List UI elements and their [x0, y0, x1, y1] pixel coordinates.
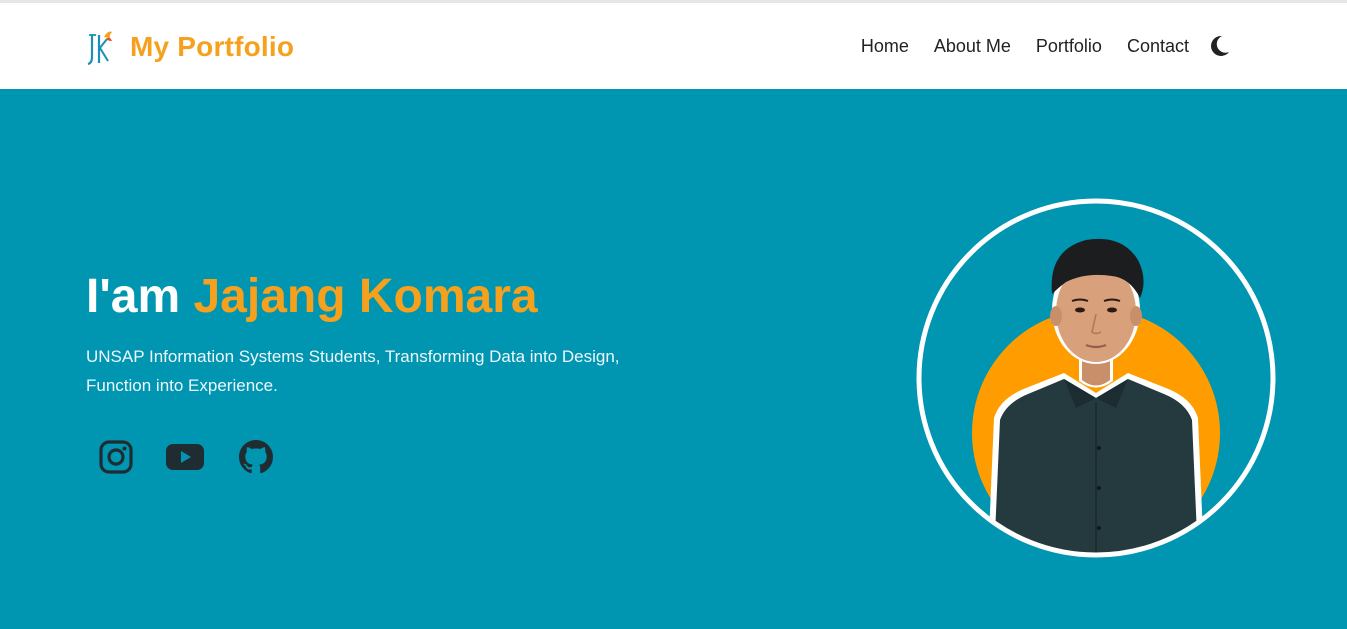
- navbar: My Portfolio Home About Me Portfolio Con…: [0, 0, 1347, 89]
- nav-portfolio[interactable]: Portfolio: [1036, 36, 1102, 57]
- youtube-icon[interactable]: [165, 442, 205, 472]
- theme-toggle-button[interactable]: [1210, 33, 1232, 59]
- social-links: [98, 439, 274, 475]
- hero-heading: I'am Jajang Komara: [86, 269, 538, 324]
- moon-icon: [1211, 35, 1229, 56]
- nav-home[interactable]: Home: [861, 36, 909, 57]
- instagram-icon[interactable]: [98, 439, 134, 475]
- hero-section: I'am Jajang Komara UNSAP Information Sys…: [0, 89, 1347, 629]
- brand[interactable]: My Portfolio: [86, 25, 294, 69]
- jk-logo-icon: [87, 31, 112, 66]
- github-icon[interactable]: [238, 439, 274, 475]
- profile-photo: [916, 198, 1276, 558]
- brand-title: My Portfolio: [130, 31, 295, 62]
- hero-name: Jajang Komara: [193, 270, 538, 323]
- main-nav: Home About Me Portfolio Contact: [836, 33, 1232, 59]
- hero-greeting: I'am: [86, 270, 181, 323]
- nav-contact[interactable]: Contact: [1127, 36, 1189, 57]
- nav-about-me[interactable]: About Me: [934, 36, 1011, 57]
- hero-description: UNSAP Information Systems Students, Tran…: [86, 347, 620, 395]
